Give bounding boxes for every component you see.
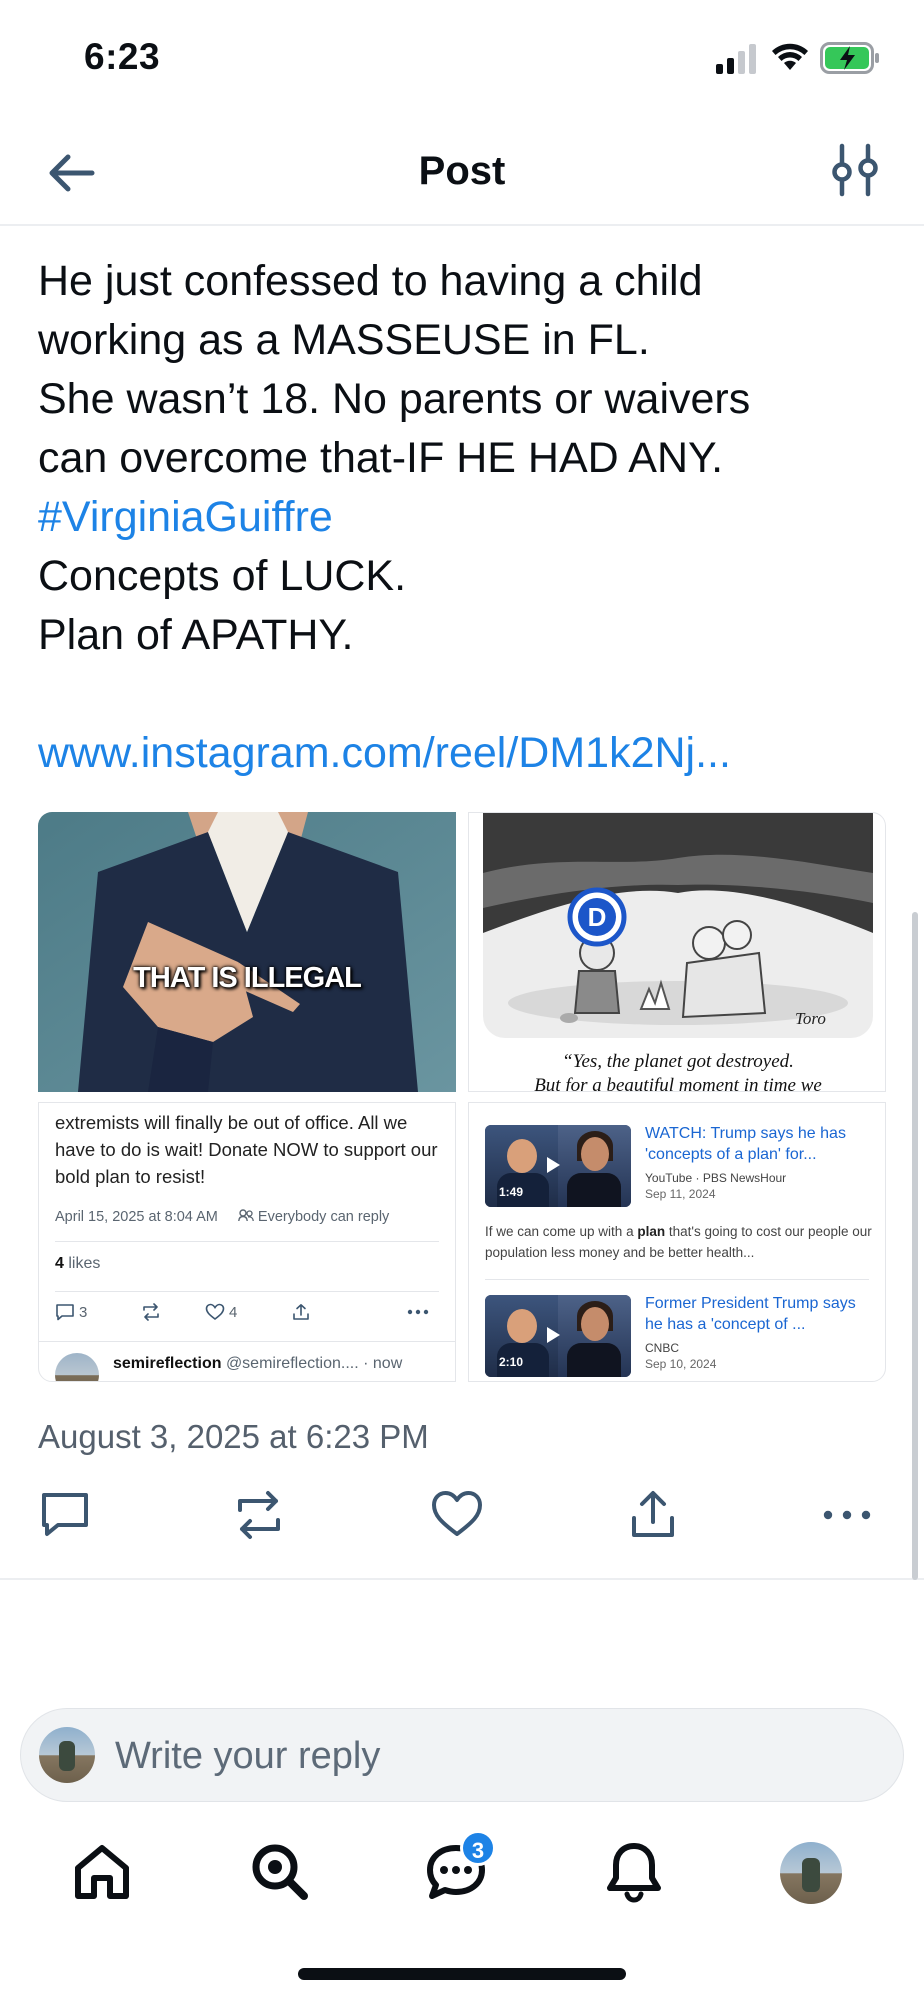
video-caption: THAT IS ILLEGAL — [133, 962, 362, 994]
video-snippet: If we can come up with a plan that's goi… — [485, 1221, 877, 1263]
post-line: Concepts of LUCK. — [38, 552, 407, 600]
quoted-repost — [141, 1303, 161, 1321]
chat-unread-badge: 3 — [460, 1830, 496, 1866]
page-title: Post — [418, 149, 506, 193]
play-icon — [547, 1327, 560, 1343]
quoted-reply: 3 — [55, 1303, 87, 1321]
video-date: Sep 10, 2024 — [645, 1357, 717, 1371]
battery-charging-icon — [820, 42, 879, 74]
video-duration: 1:49 — [499, 1185, 524, 1199]
profile-avatar[interactable] — [780, 1842, 842, 1904]
cartoon-caption: “Yes, the planet got destroyed. — [562, 1051, 794, 1072]
video-source: CNBC — [645, 1341, 680, 1355]
quoted-more — [407, 1309, 429, 1315]
heart-icon — [205, 1303, 225, 1321]
status-time: 6:23 — [84, 36, 161, 77]
like-heart-icon[interactable] — [430, 1488, 484, 1542]
quoted-post-date: April 15, 2025 at 8:04 AM — [55, 1209, 218, 1225]
divider — [39, 1341, 455, 1342]
wifi-icon — [772, 43, 808, 70]
share-icon — [293, 1304, 309, 1320]
image-cartoon[interactable]: D Toro “Yes, the planet got destroyed. B… — [468, 812, 886, 1092]
cartoon-caption-continued: But for a beautiful moment in time we — [534, 1075, 822, 1092]
quoted-likes-count: 4 — [55, 1255, 64, 1272]
quoted-post-text: extremists will finally be out of office… — [55, 1112, 438, 1187]
search-icon[interactable] — [248, 1840, 312, 1904]
image-grid: THAT IS ILLEGAL D Toro “Yes, the planet … — [38, 812, 886, 1382]
home-indicator — [298, 1968, 626, 1980]
image-video-results[interactable]: 1:49 WATCH: Trump says he has 'concepts … — [468, 1102, 886, 1382]
quoted-reply-setting: Everybody can reply — [257, 1209, 390, 1225]
video-thumbnail: 1:49 — [485, 1125, 631, 1207]
play-icon — [547, 1157, 560, 1173]
quoted-post-meta: April 15, 2025 at 8:04 AM Everybody can … — [55, 1209, 389, 1225]
reply-icon[interactable] — [38, 1488, 92, 1542]
divider — [485, 1279, 869, 1280]
quoted-like-count: 4 — [229, 1303, 238, 1321]
post-header: Post — [0, 120, 924, 226]
post-actions — [0, 1488, 924, 1546]
avatar — [55, 1353, 99, 1381]
reply-icon — [56, 1304, 74, 1321]
snippet-text: If we can come up with a — [485, 1224, 638, 1239]
snippet-bold: plan — [637, 1224, 666, 1239]
reply-input[interactable]: Write your reply — [115, 1709, 380, 1803]
quoted-reply-count: 3 — [79, 1303, 88, 1321]
man-pointing-illustration — [38, 812, 456, 1092]
video-source: YouTube · PBS NewsHour — [645, 1171, 787, 1185]
post-line: can overcome that-IF HE HAD ANY. — [38, 434, 724, 482]
more-options-icon[interactable] — [820, 1488, 874, 1542]
video-title: Former President Trump says he has a 'co… — [645, 1295, 856, 1333]
image-man-pointing[interactable]: THAT IS ILLEGAL — [38, 812, 456, 1092]
filter-settings-icon[interactable] — [830, 142, 880, 198]
home-icon[interactable] — [70, 1840, 134, 1904]
quoted-likes: 4 likes — [55, 1255, 100, 1273]
post-line: He just confessed to having a child — [38, 257, 703, 305]
divider — [55, 1291, 439, 1292]
scrollbar[interactable] — [912, 912, 918, 1580]
video-title: WATCH: Trump says he has 'concepts of a … — [645, 1125, 846, 1163]
cellular-signal-icon — [716, 44, 756, 74]
bell-icon[interactable] — [602, 1840, 666, 1904]
quoted-author: semireflection @semireflection.... · now — [113, 1355, 402, 1373]
divider — [55, 1241, 439, 1242]
post-body: He just confessed to having a child work… — [38, 252, 898, 783]
quoted-likes-label: likes — [68, 1255, 101, 1272]
share-icon[interactable] — [626, 1488, 680, 1542]
video-date: Sep 11, 2024 — [645, 1187, 716, 1201]
post-line: working as a MASSEUSE in FL. — [38, 316, 650, 364]
quoted-username: semireflection — [113, 1355, 222, 1372]
status-bar: 6:23 — [0, 0, 924, 120]
more-dots-icon — [407, 1309, 429, 1315]
repost-icon — [143, 1303, 159, 1321]
people-icon — [237, 1209, 254, 1222]
repost-icon[interactable] — [232, 1488, 286, 1542]
reply-composer[interactable]: Write your reply — [20, 1708, 904, 1802]
quoted-actions: 3 4 — [55, 1303, 439, 1333]
quoted-like: 4 — [205, 1303, 237, 1321]
post-line: She wasn’t 18. No parents or waivers — [38, 375, 751, 423]
external-link[interactable]: www.instagram.com/reel/DM1k2Nj... — [38, 724, 898, 783]
post-line: Plan of APATHY. — [38, 611, 354, 659]
logo-letter: D — [587, 902, 607, 932]
quoted-handle: @semireflection.... — [225, 1355, 359, 1372]
artist-signature: Toro — [795, 1009, 826, 1028]
quoted-time: · now — [363, 1355, 403, 1372]
divider — [0, 1578, 924, 1580]
quoted-share — [291, 1303, 311, 1321]
video-duration: 2:10 — [499, 1355, 524, 1369]
hashtag-link[interactable]: #VirginiaGuiffre — [38, 488, 898, 547]
avatar — [39, 1727, 95, 1783]
post-timestamp: August 3, 2025 at 6:23 PM — [38, 1418, 429, 1455]
image-post-screenshot[interactable]: extremists will finally be out of office… — [38, 1102, 456, 1382]
video-thumbnail: 2:10 — [485, 1295, 631, 1377]
